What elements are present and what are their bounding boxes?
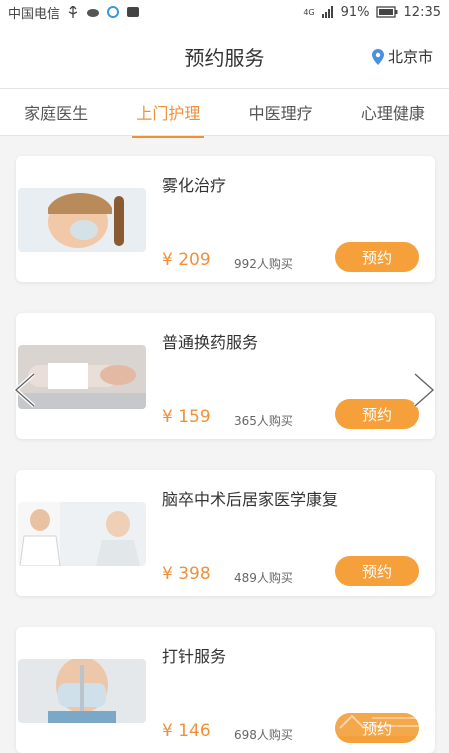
service-card-dressing-change[interactable]: 普通换药服务 ¥ 159 365人购买 预约: [16, 313, 435, 439]
service-name: 脑卒中术后居家医学康复: [162, 490, 339, 509]
service-price: ¥ 398: [162, 564, 211, 584]
service-card-nebulization[interactable]: 雾化治疗 ¥ 209 992人购买 预约: [16, 156, 435, 282]
service-image-injection: [18, 659, 146, 723]
service-name: 普通换药服务: [162, 333, 259, 352]
service-price: ¥ 159: [162, 407, 211, 427]
app-header: 预约服务 北京市: [0, 24, 449, 89]
service-price: ¥ 209: [162, 250, 211, 270]
network-label: 4G: [303, 7, 315, 17]
service-card-stroke-rehab[interactable]: 脑卒中术后居家医学康复 ¥ 398 489人购买 预约: [16, 470, 435, 596]
location-pin-icon: [371, 48, 384, 65]
service-name: 打针服务: [162, 647, 227, 666]
category-tabs: 家庭医生 上门护理 中医理疗 心理健康: [0, 89, 449, 138]
service-image-stroke-rehab: [18, 502, 146, 566]
book-button[interactable]: 预约: [335, 242, 419, 272]
chevron-left-icon[interactable]: [12, 372, 38, 408]
tab-home-nursing[interactable]: 上门护理: [132, 100, 205, 138]
tab-tcm-therapy[interactable]: 中医理疗: [247, 100, 315, 124]
signal-icon: [321, 6, 333, 18]
tab-family-doctor[interactable]: 家庭医生: [22, 100, 90, 124]
purchase-count: 365人购买: [234, 414, 293, 428]
battery-percent: 91%: [340, 4, 370, 20]
location-label: 北京市: [387, 48, 433, 66]
app-notification-icon: [107, 6, 120, 18]
watermark-logo: [332, 708, 444, 736]
location-selector[interactable]: 北京市: [371, 46, 433, 67]
tab-mental-health[interactable]: 心理健康: [359, 100, 427, 124]
service-price: ¥ 146: [162, 721, 211, 741]
book-button[interactable]: 预约: [335, 556, 419, 586]
service-image-nebulization: [18, 188, 146, 252]
status-left: 中国电信: [8, 3, 140, 22]
clock: 12:35: [403, 4, 441, 20]
carrier-label: 中国电信: [8, 6, 61, 22]
battery-icon: [375, 6, 398, 18]
purchase-count: 698人购买: [234, 728, 293, 742]
purchase-count: 489人购买: [234, 571, 293, 585]
book-button[interactable]: 预约: [335, 399, 419, 429]
status-right: 4G 91% 12:35: [303, 5, 441, 20]
purchase-count: 992人购买: [234, 257, 293, 271]
status-bar: 中国电信 4G 91% 12:35: [0, 0, 449, 24]
usb-icon: [68, 6, 78, 18]
cloud-icon: [87, 9, 100, 17]
service-name: 雾化治疗: [162, 176, 227, 195]
message-icon: [127, 7, 140, 17]
chevron-right-icon[interactable]: [411, 372, 437, 408]
